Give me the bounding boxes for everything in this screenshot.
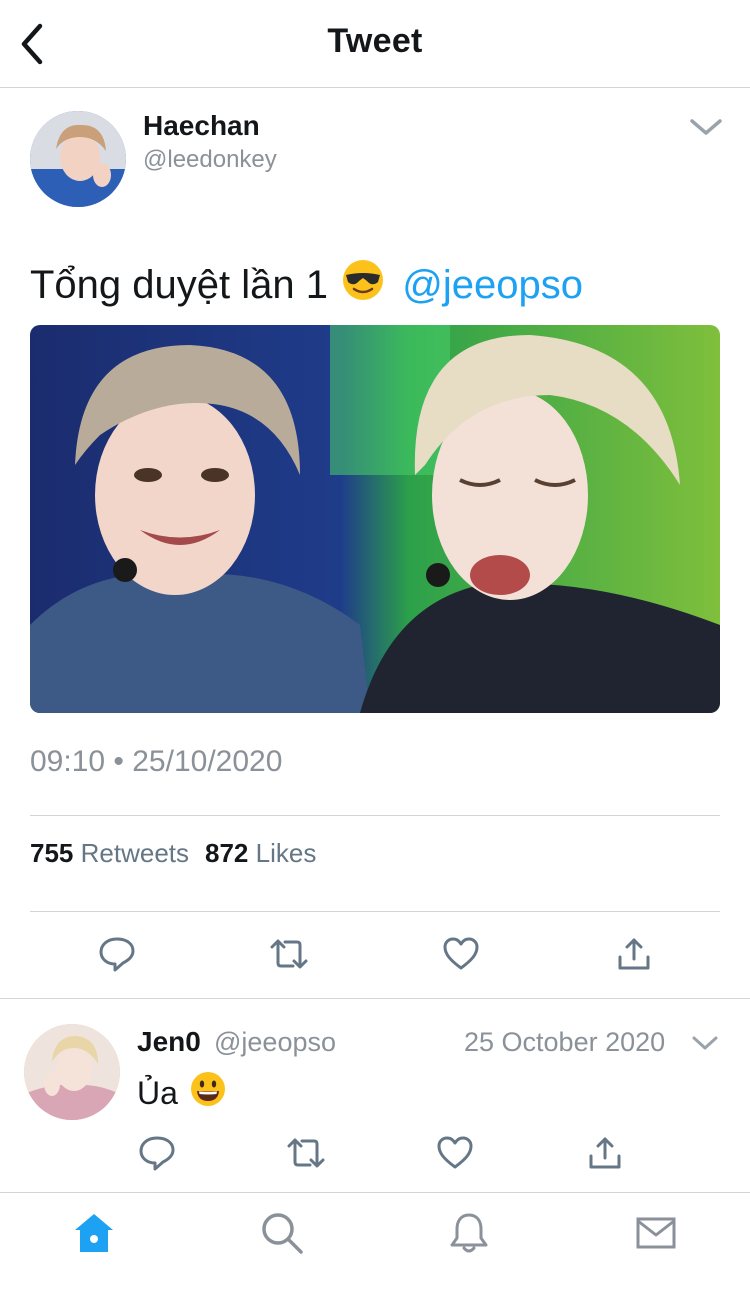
tweet-media-image[interactable] (30, 325, 720, 713)
messages-envelope-icon (636, 1217, 676, 1249)
avatar-image (30, 111, 126, 207)
home-icon (75, 1214, 113, 1252)
retweets-stat[interactable]: 755 Retweets (30, 838, 189, 868)
share-button[interactable] (612, 932, 656, 976)
avatar-image (24, 1024, 120, 1120)
author-name[interactable]: Haechan (143, 110, 260, 142)
tweet-body: Tổng duyệt lần 1 (30, 263, 328, 307)
grinning-emoji-icon (189, 1070, 227, 1119)
reply-options-button[interactable] (690, 1030, 720, 1056)
retweets-count: 755 (30, 838, 74, 868)
like-button[interactable] (439, 932, 483, 976)
tweet-options-button[interactable] (688, 112, 724, 142)
divider (30, 911, 720, 912)
heart-icon (437, 1136, 473, 1169)
divider (0, 998, 750, 999)
reply-like-button[interactable] (433, 1131, 477, 1175)
reply-body: Ủa (137, 1075, 178, 1111)
page-title: Tweet (327, 22, 423, 60)
reply-author-handle[interactable]: @jeeopso (214, 1027, 336, 1058)
retweet-icon (287, 1138, 325, 1168)
tab-search[interactable] (258, 1209, 306, 1257)
likes-label: Likes (255, 838, 317, 868)
nav-header: Tweet (0, 0, 750, 88)
heart-icon (443, 937, 479, 970)
reply-author-name[interactable]: Jen0 (137, 1026, 201, 1058)
retweet-button[interactable] (267, 932, 311, 976)
share-icon (589, 1137, 621, 1169)
reply-author-avatar[interactable] (24, 1024, 120, 1120)
tab-notifications[interactable] (445, 1209, 493, 1257)
engagement-stats: 755 Retweets 872 Likes (30, 838, 332, 869)
reply-reply-button[interactable] (135, 1131, 179, 1175)
reply-date: 25 October 2020 (464, 1027, 666, 1057)
search-icon (262, 1213, 303, 1254)
author-avatar[interactable] (30, 111, 126, 207)
author-handle[interactable]: @leedonkey (143, 146, 277, 174)
likes-stat[interactable]: 872 Likes (205, 838, 316, 868)
reply-retweet-button[interactable] (284, 1131, 328, 1175)
chevron-down-icon (690, 119, 722, 135)
reply-bubble-icon (139, 1136, 175, 1171)
reply-bubble-icon (99, 937, 135, 972)
photo-two-performers (30, 325, 720, 713)
divider (30, 815, 720, 816)
bottom-tab-bar (0, 1192, 750, 1293)
retweet-icon (270, 939, 308, 969)
share-icon (618, 938, 650, 970)
chevron-down-icon (692, 1036, 718, 1050)
mention-link[interactable]: @jeeopso (402, 263, 583, 307)
sunglasses-emoji-icon (341, 258, 385, 315)
tab-home[interactable] (70, 1209, 118, 1257)
tweet-text: Tổng duyệt lần 1 @jeeopso (30, 258, 583, 315)
reply-text: Ủa (137, 1070, 233, 1119)
likes-count: 872 (205, 838, 249, 868)
notifications-bell-icon (450, 1213, 488, 1253)
reply-share-button[interactable] (583, 1131, 627, 1175)
tab-messages[interactable] (632, 1209, 680, 1257)
reply-button[interactable] (95, 932, 139, 976)
tweet-timestamp: 09:10 • 25/10/2020 (30, 745, 283, 778)
retweets-label: Retweets (80, 838, 190, 868)
